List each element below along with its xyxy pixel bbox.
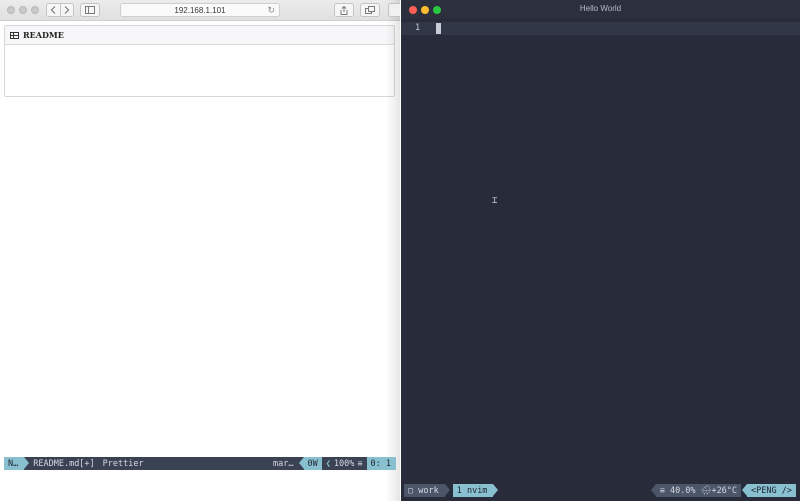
close-window-button[interactable] <box>7 6 15 14</box>
reload-icon[interactable]: ↻ <box>267 5 275 16</box>
tmux-host-label: <PENG /> <box>742 484 796 497</box>
status-percent: ❮ 100% ≡ <box>321 457 367 470</box>
page-content: README <box>0 21 400 501</box>
status-position: 0: 1 <box>366 457 396 470</box>
ibeam-cursor-icon: ⌶ <box>492 196 498 206</box>
share-button[interactable] <box>334 3 354 17</box>
status-filename: README.md[+] <box>33 458 95 469</box>
readme-title: README <box>23 30 64 40</box>
status-formatter: Prettier <box>102 458 144 469</box>
vim-statusline: N… README.md[+] Prettier mar… 0W ❮ 100% … <box>4 457 396 470</box>
editor-area[interactable]: 1 ⌶ <box>401 22 800 456</box>
terminal-title: Hello World <box>579 4 622 13</box>
status-filetype: mar… <box>273 458 294 469</box>
url-text: 192.168.1.101 <box>174 5 226 15</box>
tabs-button[interactable] <box>360 3 380 17</box>
back-button[interactable] <box>47 4 60 16</box>
browser-toolbar: 192.168.1.101 ↻ <box>0 0 400 21</box>
tabs-icon <box>365 6 375 14</box>
share-icon <box>340 5 348 15</box>
table-icon <box>10 31 19 39</box>
terminal-window: Hello World 1 ⌶ <box>401 0 800 501</box>
sidebar-button[interactable] <box>80 3 100 17</box>
cursor-line: 1 <box>401 22 800 35</box>
window-shadow <box>386 0 400 501</box>
chevron-left-icon <box>50 6 56 14</box>
text-cursor <box>436 23 441 34</box>
status-percent-value: 100% <box>333 458 355 469</box>
tmux-window-tab[interactable]: 1 nvim <box>452 484 499 497</box>
tmux-session[interactable]: ▢ work <box>404 484 450 497</box>
chevron-right-icon <box>64 6 70 14</box>
address-bar[interactable]: 192.168.1.101 ↻ <box>120 3 280 17</box>
line-number: 1 <box>415 23 421 33</box>
tmux-system-stats: ≡ 40.0% 🌧+26°C <box>650 484 742 497</box>
vim-mode-indicator: N… <box>4 457 30 470</box>
forward-button[interactable] <box>59 4 74 16</box>
status-warnings: 0W <box>298 457 322 470</box>
zoom-window-button[interactable] <box>31 6 39 14</box>
partial-toolbar-button[interactable] <box>388 3 400 17</box>
nav-buttons <box>46 3 74 17</box>
tmux-statusline: ▢ work 1 nvim ≡ 40.0% 🌧+26°C <PENG /> <box>404 484 796 497</box>
readme-header: README <box>5 26 394 45</box>
sidebar-icon <box>85 6 95 14</box>
minimize-window-button[interactable] <box>19 6 27 14</box>
terminal-titlebar: Hello World <box>401 0 800 19</box>
browser-window: 192.168.1.101 ↻ README <box>0 0 400 501</box>
readme-panel: README <box>4 25 395 97</box>
status-percent-icon: ≡ <box>357 458 363 469</box>
